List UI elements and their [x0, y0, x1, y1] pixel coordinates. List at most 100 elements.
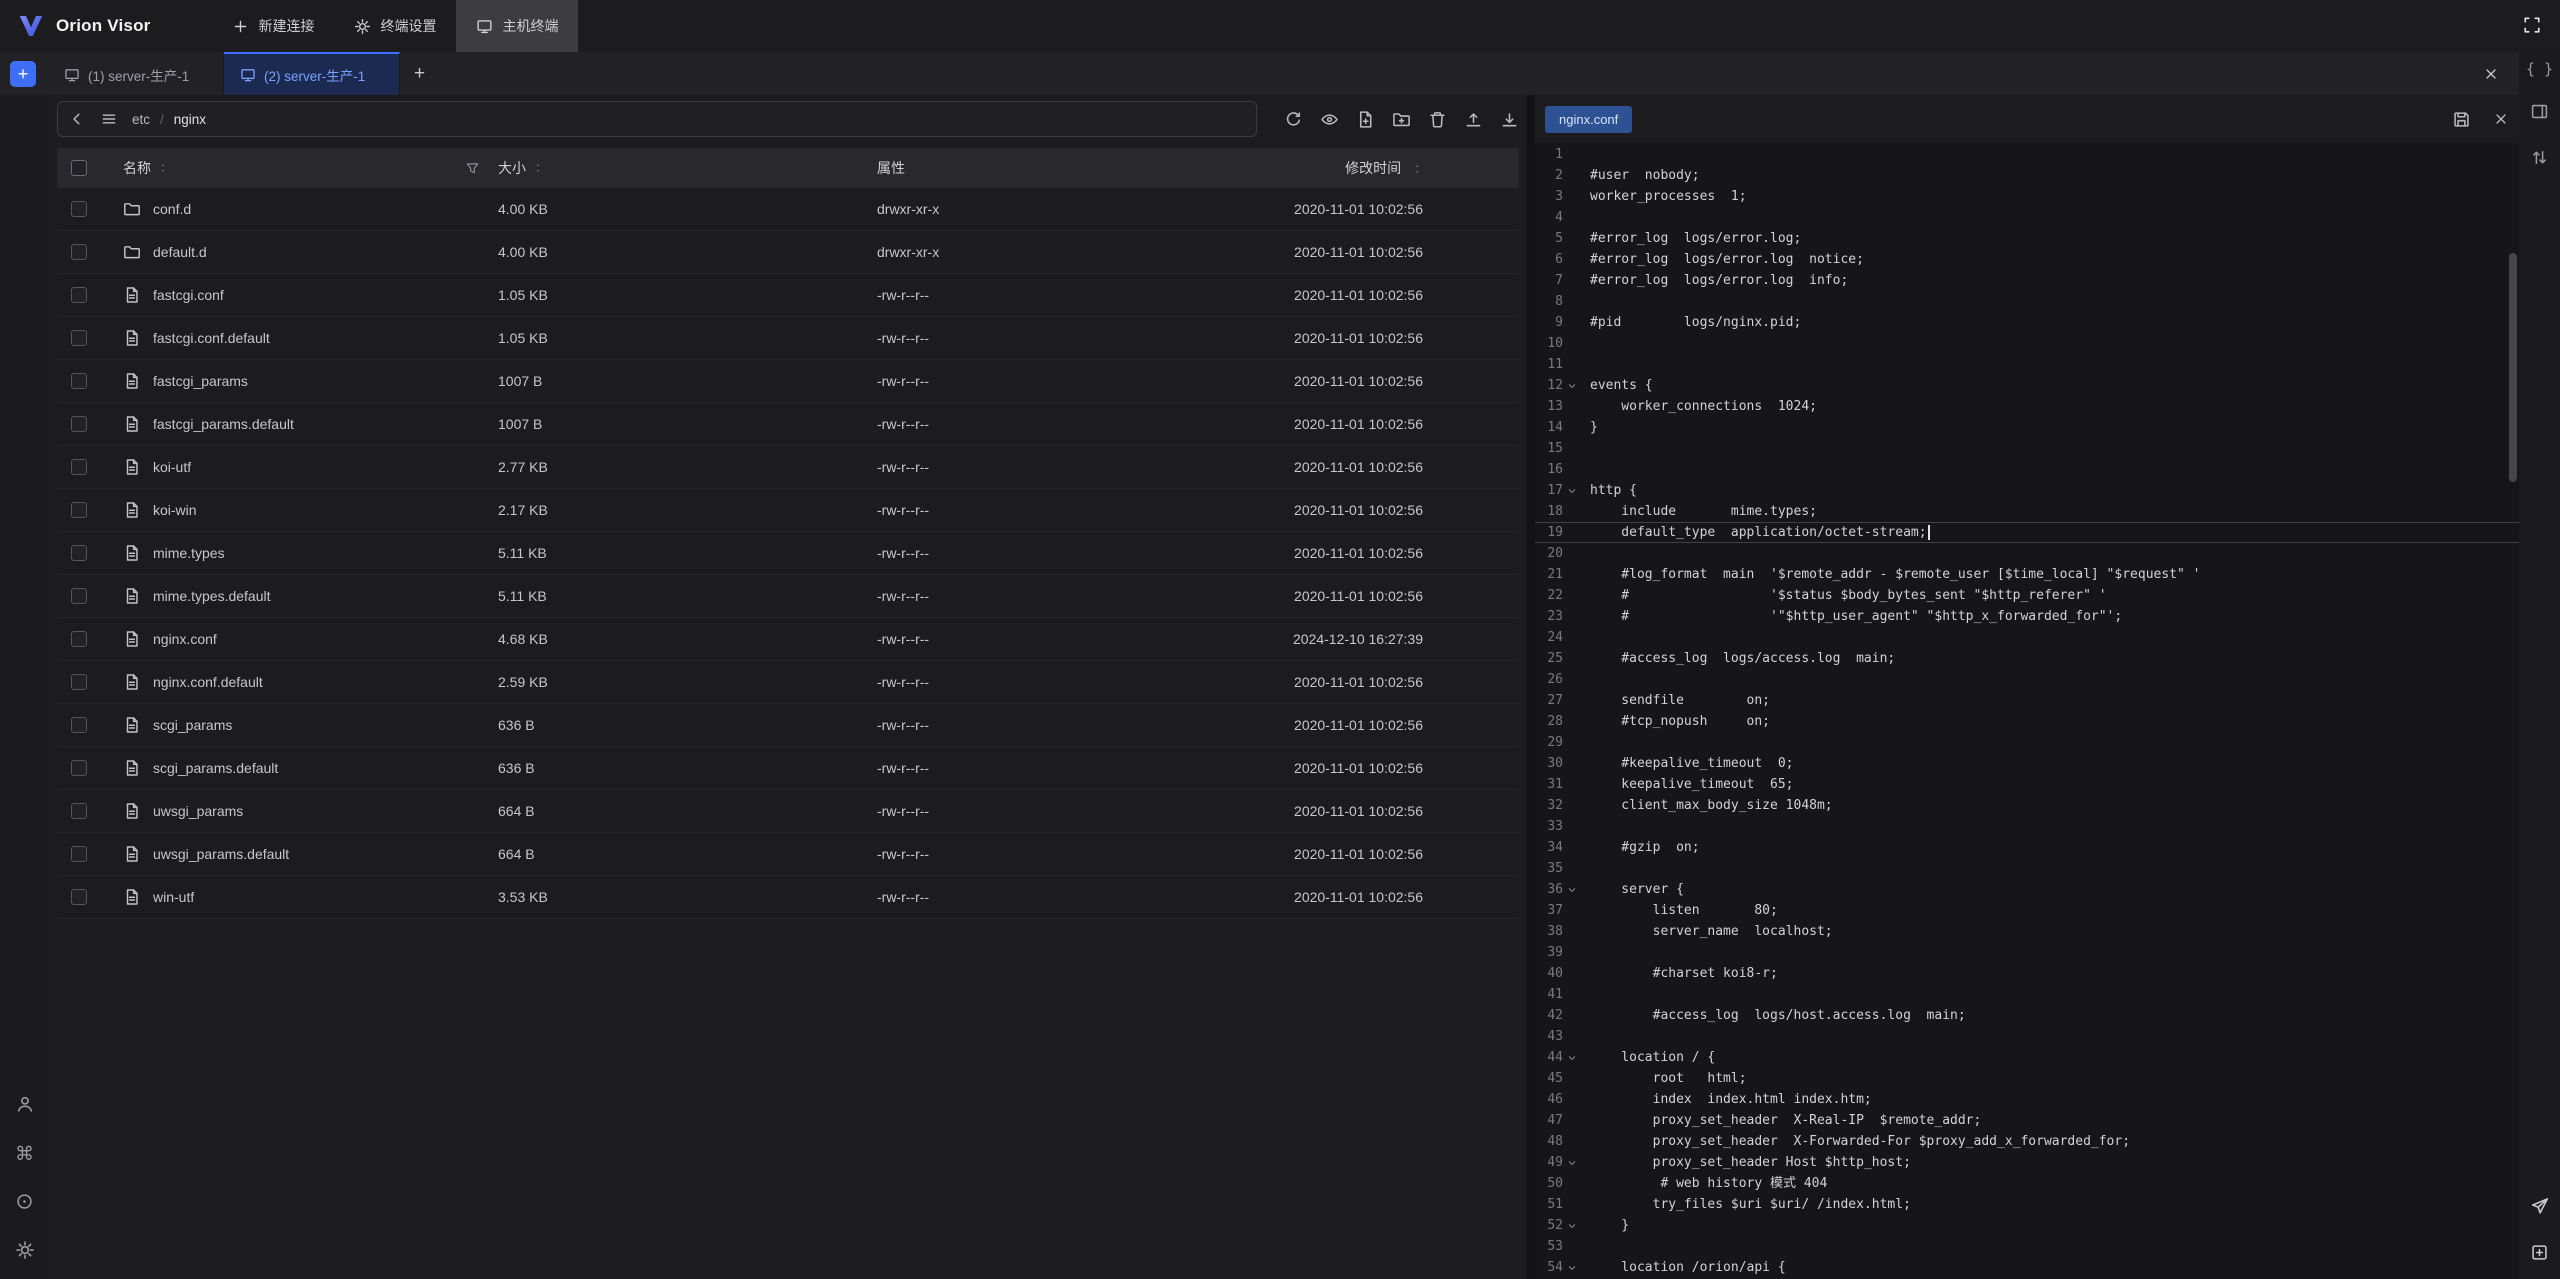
editor-line[interactable]: 23 # '"$http_user_agent" "$http_x_forwar… [1535, 606, 2519, 627]
theme-icon[interactable] [15, 1192, 34, 1214]
upload-icon[interactable] [1464, 110, 1483, 129]
fold-chevron-down-icon[interactable] [1563, 375, 1580, 396]
table-row[interactable]: scgi_params.default636 B-rw-r--r--2020-1… [57, 747, 1519, 790]
breadcrumb-segment[interactable]: nginx [174, 112, 206, 127]
row-checkbox[interactable] [71, 803, 87, 819]
editor-line[interactable]: 25 #access_log logs/access.log main; [1535, 648, 2519, 669]
table-row[interactable]: conf.d4.00 KBdrwxr-xr-x2020-11-01 10:02:… [57, 188, 1519, 231]
editor-line[interactable]: 48 proxy_set_header X-Forwarded-For $pro… [1535, 1131, 2519, 1152]
editor-line[interactable]: 15 [1535, 438, 2519, 459]
row-checkbox[interactable] [71, 502, 87, 518]
editor-line[interactable]: 12events { [1535, 375, 2519, 396]
table-row[interactable]: fastcgi.conf1.05 KB-rw-r--r--2020-11-01 … [57, 274, 1519, 317]
close-editor-icon[interactable] [2493, 111, 2509, 127]
editor-line[interactable]: 26 [1535, 669, 2519, 690]
filter-icon[interactable] [465, 161, 480, 176]
editor-line[interactable]: 33 [1535, 816, 2519, 837]
editor-line[interactable]: 42 #access_log logs/host.access.log main… [1535, 1005, 2519, 1026]
table-row[interactable]: fastcgi_params1007 B-rw-r--r--2020-11-01… [57, 360, 1519, 403]
sort-icon[interactable] [532, 162, 544, 174]
row-checkbox[interactable] [71, 373, 87, 389]
editor-line[interactable]: 1 [1535, 144, 2519, 165]
editor-line[interactable]: 54 location /orion/api { [1535, 1257, 2519, 1278]
editor-line[interactable]: 24 [1535, 627, 2519, 648]
panel-layout-icon[interactable] [2530, 102, 2549, 124]
editor-line[interactable]: 27 sendfile on; [1535, 690, 2519, 711]
editor-line[interactable]: 47 proxy_set_header X-Real-IP $remote_ad… [1535, 1110, 2519, 1131]
row-checkbox[interactable] [71, 760, 87, 776]
editor-line[interactable]: 7#error_log logs/error.log info; [1535, 270, 2519, 291]
terminal-tab[interactable]: (2) server-生产-1 [224, 52, 400, 95]
row-checkbox[interactable] [71, 201, 87, 217]
editor-line[interactable]: 21 #log_format main '$remote_addr - $rem… [1535, 564, 2519, 585]
fold-chevron-down-icon[interactable] [1563, 1047, 1580, 1068]
download-icon[interactable] [1500, 110, 1519, 129]
row-checkbox[interactable] [71, 287, 87, 303]
editor-line[interactable]: 32 client_max_body_size 1048m; [1535, 795, 2519, 816]
editor-line[interactable]: 14} [1535, 417, 2519, 438]
editor-line[interactable]: 3worker_processes 1; [1535, 186, 2519, 207]
table-row[interactable]: fastcgi_params.default1007 B-rw-r--r--20… [57, 403, 1519, 446]
code-editor[interactable]: 12#user nobody;3worker_processes 1;45#er… [1535, 144, 2519, 1279]
editor-line[interactable]: 46 index index.html index.htm; [1535, 1089, 2519, 1110]
editor-line[interactable]: 16 [1535, 459, 2519, 480]
table-row[interactable]: mime.types5.11 KB-rw-r--r--2020-11-01 10… [57, 532, 1519, 575]
table-row[interactable]: nginx.conf4.68 KB-rw-r--r--2024-12-10 16… [57, 618, 1519, 661]
editor-line[interactable]: 34 #gzip on; [1535, 837, 2519, 858]
shortcut-keys-icon[interactable]: ⌘ [15, 1143, 34, 1166]
editor-line[interactable]: 43 [1535, 1026, 2519, 1047]
editor-line[interactable]: 18 include mime.types; [1535, 501, 2519, 522]
row-checkbox[interactable] [71, 846, 87, 862]
row-checkbox[interactable] [71, 674, 87, 690]
table-row[interactable]: uwsgi_params664 B-rw-r--r--2020-11-01 10… [57, 790, 1519, 833]
row-checkbox[interactable] [71, 459, 87, 475]
editor-line[interactable]: 53 [1535, 1236, 2519, 1257]
fold-chevron-down-icon[interactable] [1563, 1215, 1580, 1236]
editor-line[interactable]: 11 [1535, 354, 2519, 375]
editor-line[interactable]: 28 #tcp_nopush on; [1535, 711, 2519, 732]
editor-line[interactable]: 45 root html; [1535, 1068, 2519, 1089]
topmenu-item[interactable]: 终端设置 [334, 0, 456, 52]
select-all-checkbox[interactable] [71, 160, 87, 176]
editor-line[interactable]: 37 listen 80; [1535, 900, 2519, 921]
sort-swap-icon[interactable] [2530, 148, 2549, 170]
editor-line[interactable]: 9#pid logs/nginx.pid; [1535, 312, 2519, 333]
breadcrumb-segment[interactable]: etc [132, 112, 150, 127]
table-row[interactable]: fastcgi.conf.default1.05 KB-rw-r--r--202… [57, 317, 1519, 360]
new-file-icon[interactable] [1356, 110, 1375, 129]
user-icon[interactable] [15, 1094, 35, 1117]
row-checkbox[interactable] [71, 330, 87, 346]
table-row[interactable]: koi-utf2.77 KB-rw-r--r--2020-11-01 10:02… [57, 446, 1519, 489]
editor-line[interactable]: 2#user nobody; [1535, 165, 2519, 186]
editor-scrollbar[interactable] [2509, 253, 2517, 482]
back-button[interactable] [68, 110, 86, 128]
editor-line[interactable]: 4 [1535, 207, 2519, 228]
new-folder-icon[interactable] [1392, 110, 1411, 129]
code-braces-icon[interactable]: { } [2526, 60, 2553, 78]
editor-line[interactable]: 8 [1535, 291, 2519, 312]
editor-line[interactable]: 52 } [1535, 1215, 2519, 1236]
editor-line[interactable]: 22 # '$status $body_bytes_sent "$http_re… [1535, 585, 2519, 606]
editor-line[interactable]: 49 proxy_set_header Host $http_host; [1535, 1152, 2519, 1173]
table-row[interactable]: scgi_params636 B-rw-r--r--2020-11-01 10:… [57, 704, 1519, 747]
row-checkbox[interactable] [71, 717, 87, 733]
delete-icon[interactable] [1428, 110, 1447, 129]
settings-gear-icon[interactable] [15, 1240, 35, 1263]
row-checkbox[interactable] [71, 545, 87, 561]
row-checkbox[interactable] [71, 631, 87, 647]
row-checkbox[interactable] [71, 889, 87, 905]
topmenu-item[interactable]: 新建连接 [212, 0, 334, 52]
editor-line[interactable]: 10 [1535, 333, 2519, 354]
editor-line[interactable]: 35 [1535, 858, 2519, 879]
editor-line[interactable]: 39 [1535, 942, 2519, 963]
fold-chevron-down-icon[interactable] [1563, 480, 1580, 501]
editor-file-tab[interactable]: nginx.conf [1545, 106, 1632, 133]
directory-list-icon[interactable] [100, 110, 118, 128]
editor-line[interactable]: 40 #charset koi8-r; [1535, 963, 2519, 984]
terminal-tab[interactable]: (1) server-生产-1 [48, 52, 224, 95]
refresh-icon[interactable] [1284, 110, 1303, 129]
fullscreen-icon[interactable] [2522, 15, 2542, 38]
table-row[interactable]: default.d4.00 KBdrwxr-xr-x2020-11-01 10:… [57, 231, 1519, 274]
editor-line[interactable]: 51 try_files $uri $uri/ /index.html; [1535, 1194, 2519, 1215]
editor-line[interactable]: 29 [1535, 732, 2519, 753]
